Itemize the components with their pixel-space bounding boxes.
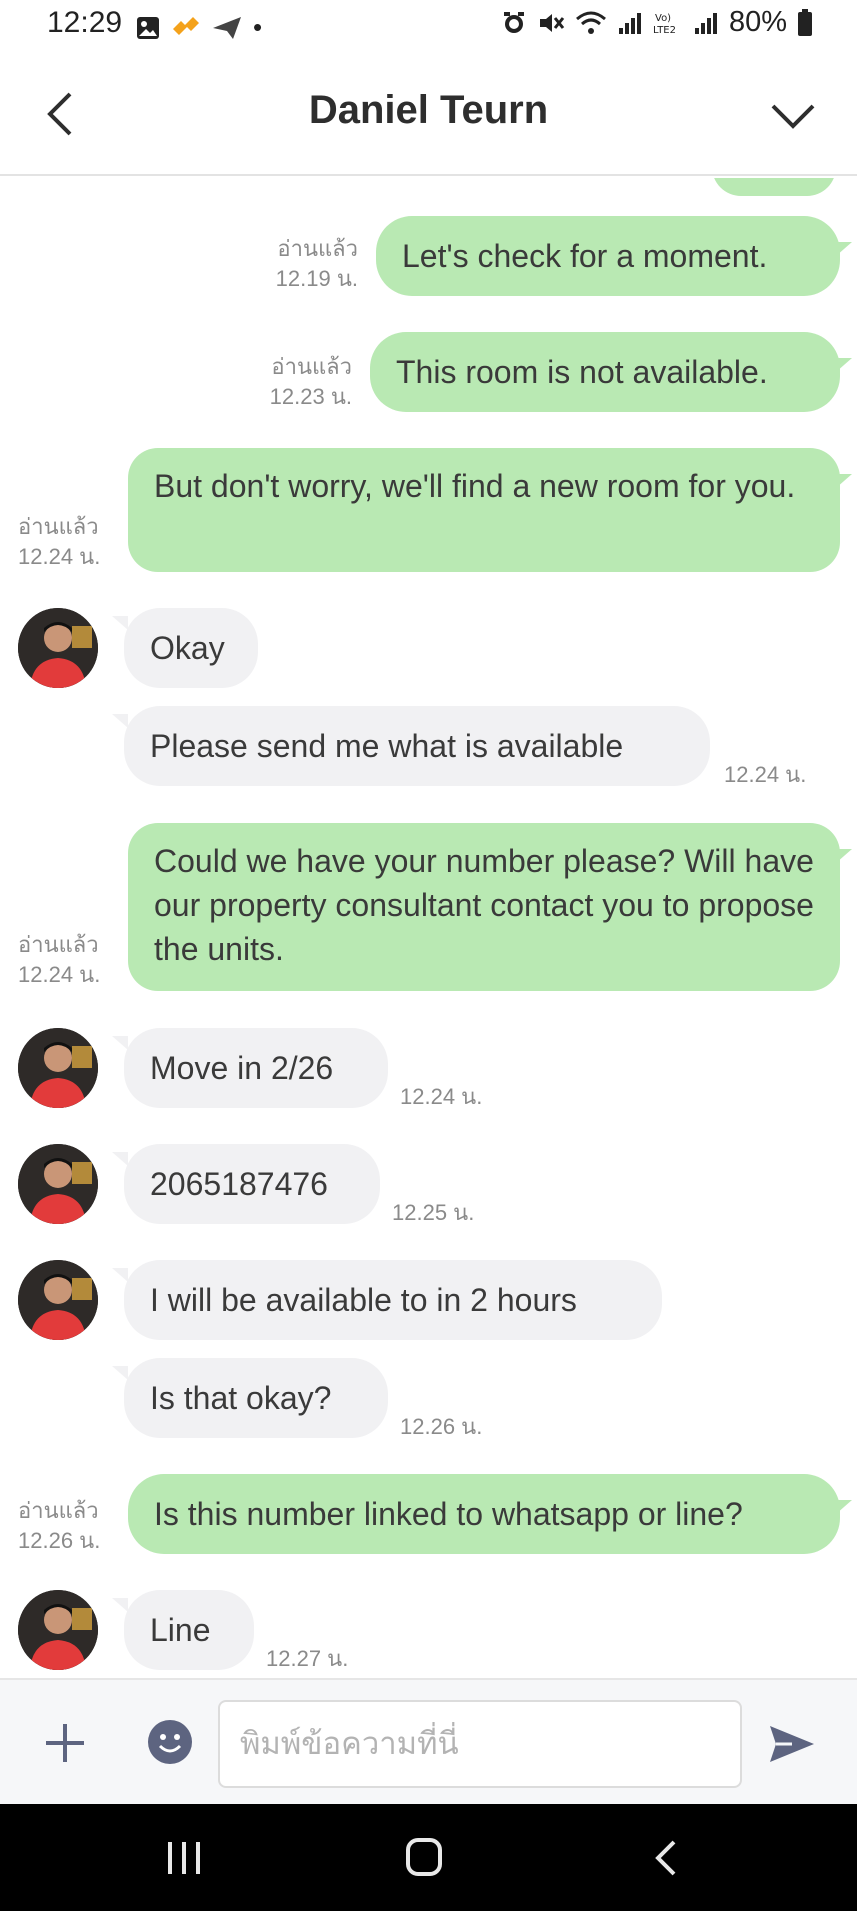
message-meta: อ่านแล้ว 12.24 น. bbox=[18, 930, 128, 990]
message-text: Is that okay? bbox=[150, 1380, 332, 1416]
system-nav-bar bbox=[0, 1804, 857, 1911]
message-time: 12.23 น. bbox=[269, 384, 352, 409]
message-bubble[interactable]: Move in 2/26 bbox=[124, 1028, 388, 1108]
avatar-photo bbox=[18, 1590, 98, 1670]
message-bubble[interactable]: 2065187476 bbox=[124, 1144, 380, 1224]
message-bubble[interactable]: Is that okay? bbox=[124, 1358, 388, 1438]
battery-icon bbox=[798, 8, 812, 36]
message-text: But don't worry, we'll find a new room f… bbox=[154, 468, 796, 504]
battery-percent: 80% bbox=[728, 6, 787, 38]
message-text: Is this number linked to whatsapp or lin… bbox=[154, 1496, 743, 1532]
bubble-tail bbox=[836, 242, 852, 256]
avatar-photo bbox=[18, 1028, 98, 1108]
status-time: 12:29 bbox=[47, 6, 123, 39]
bubble-tail bbox=[112, 1366, 128, 1380]
avatar-photo bbox=[18, 1260, 98, 1340]
message-bubble[interactable]: But don't worry, we'll find a new room f… bbox=[128, 448, 840, 572]
svg-text:LTE2: LTE2 bbox=[653, 25, 676, 36]
message-bubble[interactable]: Let's check for a moment. bbox=[376, 216, 840, 296]
message-bubble[interactable]: Line bbox=[124, 1590, 254, 1670]
bubble-tail bbox=[836, 1500, 852, 1514]
message-meta: อ่านแล้ว 12.19 น. bbox=[220, 234, 358, 294]
bubble-tail bbox=[112, 1152, 128, 1166]
message-meta: อ่านแล้ว 12.26 น. bbox=[18, 1496, 128, 1556]
message-text: Line bbox=[150, 1612, 211, 1648]
bubble-tail bbox=[112, 616, 128, 630]
system-icons: Vo) LTE2 80% bbox=[501, 6, 813, 39]
more-notifications-dot: • bbox=[253, 12, 263, 42]
bubble-tail bbox=[836, 474, 852, 488]
message-bubble[interactable]: I will be available to in 2 hours bbox=[124, 1260, 662, 1340]
app-notification-icon bbox=[173, 16, 199, 35]
recent-apps-icon[interactable] bbox=[164, 1840, 204, 1876]
message-text: Could we have your number please? Will h… bbox=[154, 843, 814, 967]
message-text: Let's check for a moment. bbox=[402, 238, 768, 274]
chevron-down-icon[interactable] bbox=[769, 96, 817, 136]
status-bar: 12:29 • Vo) LTE2 80% bbox=[0, 0, 857, 52]
bubble-tail bbox=[836, 358, 852, 372]
message-text: 2065187476 bbox=[150, 1166, 328, 1202]
message-text: Please send me what is available bbox=[150, 728, 624, 764]
nav-back-icon[interactable] bbox=[650, 1838, 680, 1878]
message-input[interactable] bbox=[218, 1700, 742, 1788]
message-list[interactable]: อ่านแล้ว 12.19 น. Let's check for a mome… bbox=[0, 178, 857, 1678]
message-bubble[interactable]: This room is not available. bbox=[370, 332, 840, 412]
read-receipt: อ่านแล้ว bbox=[271, 354, 352, 379]
message-time: 12.27 น. bbox=[266, 1646, 349, 1671]
message-time: 12.24 น. bbox=[400, 1084, 483, 1109]
avatar[interactable] bbox=[18, 608, 98, 688]
message-text: This room is not available. bbox=[396, 354, 768, 390]
message-bubble-partial[interactable] bbox=[712, 178, 836, 196]
wifi-icon bbox=[575, 11, 606, 34]
message-meta: อ่านแล้ว 12.23 น. bbox=[214, 352, 352, 412]
mute-icon bbox=[539, 13, 565, 32]
read-receipt: อ่านแล้ว bbox=[277, 236, 358, 261]
alarm-icon bbox=[503, 11, 524, 33]
message-meta: อ่านแล้ว 12.24 น. bbox=[18, 512, 128, 572]
volte-icon: Vo)LTE2 bbox=[653, 13, 676, 36]
read-receipt: อ่านแล้ว bbox=[18, 514, 99, 539]
message-bubble[interactable]: Please send me what is available bbox=[124, 706, 710, 786]
message-time: 12.24 น. bbox=[724, 762, 807, 787]
contact-name: Daniel Teurn bbox=[308, 88, 549, 132]
avatar[interactable] bbox=[18, 1144, 98, 1224]
bubble-tail bbox=[112, 1268, 128, 1282]
avatar-photo bbox=[18, 608, 98, 688]
chat-header: Daniel Teurn bbox=[0, 52, 857, 176]
message-time: 12.24 น. bbox=[18, 962, 101, 987]
send-notification-icon bbox=[213, 16, 241, 39]
message-time: 12.25 น. bbox=[392, 1200, 475, 1225]
avatar[interactable] bbox=[18, 1260, 98, 1340]
message-time: 12.19 น. bbox=[275, 266, 358, 291]
avatar-photo bbox=[18, 1144, 98, 1224]
plus-icon[interactable] bbox=[44, 1722, 86, 1764]
message-bubble[interactable]: Is this number linked to whatsapp or lin… bbox=[128, 1474, 840, 1554]
message-bubble[interactable]: Okay bbox=[124, 608, 258, 688]
message-text: I will be available to in 2 hours bbox=[150, 1282, 577, 1318]
bubble-tail bbox=[112, 714, 128, 728]
message-time: 12.26 น. bbox=[18, 1528, 101, 1553]
avatar[interactable] bbox=[18, 1590, 98, 1670]
bubble-tail bbox=[112, 1598, 128, 1612]
bubble-tail bbox=[836, 849, 852, 863]
read-receipt: อ่านแล้ว bbox=[18, 1498, 99, 1523]
read-receipt: อ่านแล้ว bbox=[18, 932, 99, 957]
emoji-icon[interactable] bbox=[148, 1720, 192, 1764]
message-composer bbox=[0, 1678, 857, 1804]
notification-icons: • bbox=[135, 12, 262, 43]
send-icon[interactable] bbox=[768, 1722, 816, 1766]
message-bubble[interactable]: Could we have your number please? Will h… bbox=[128, 823, 840, 991]
message-text: Move in 2/26 bbox=[150, 1050, 334, 1086]
avatar[interactable] bbox=[18, 1028, 98, 1108]
message-text: Okay bbox=[150, 630, 225, 666]
gallery-icon bbox=[137, 16, 159, 39]
bubble-tail bbox=[112, 1036, 128, 1050]
signal-icon bbox=[618, 12, 641, 34]
svg-text:Vo): Vo) bbox=[655, 13, 671, 24]
message-time: 12.24 น. bbox=[18, 544, 101, 569]
home-icon[interactable] bbox=[406, 1838, 442, 1876]
signal-2-icon bbox=[694, 12, 717, 34]
message-time: 12.26 น. bbox=[400, 1414, 483, 1439]
